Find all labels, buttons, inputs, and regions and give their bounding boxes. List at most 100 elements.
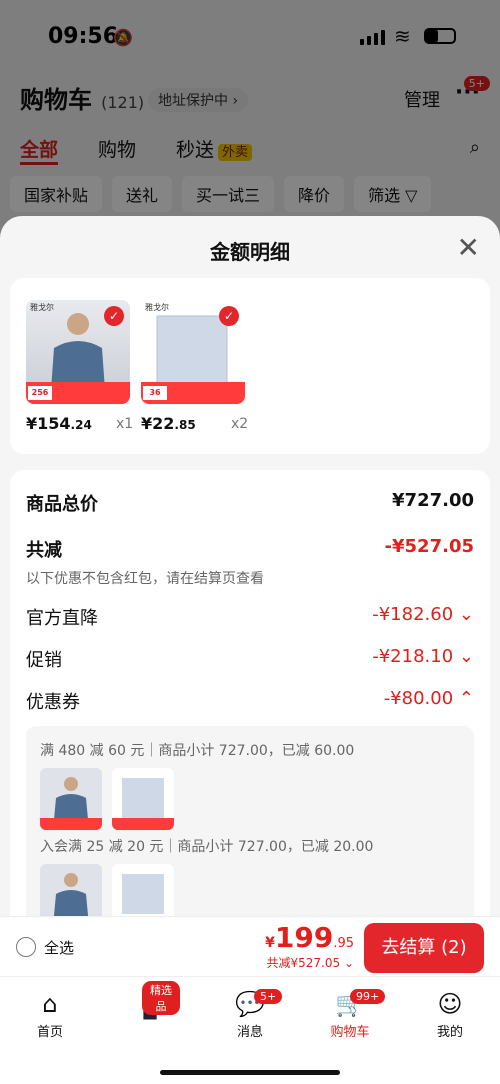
bottom-nav: ⌂ 首页 ▮ 精选品 💬 消息 5+ 🛒 购物车 99+ ☺ 我的 bbox=[0, 976, 500, 1084]
chip-gift[interactable]: 送礼 bbox=[112, 176, 173, 212]
chevron-down-icon: ⌄ bbox=[458, 604, 474, 625]
chip-price-drop[interactable]: 降价 bbox=[284, 176, 345, 212]
chip-filter[interactable]: 筛选 ▽ bbox=[354, 176, 432, 212]
discount-item-amount: -¥80.00 bbox=[383, 688, 454, 709]
cart-header: 购物车 (121) 地址保护中 › 管理 ··· 5+ bbox=[20, 76, 490, 116]
price-yen: ¥ bbox=[26, 414, 38, 433]
chip-try[interactable]: 买一试三 bbox=[182, 176, 275, 212]
product-price: ¥22.85 bbox=[141, 414, 245, 433]
price-yen: ¥ bbox=[141, 414, 153, 433]
discount-item-label: 优惠券 bbox=[26, 692, 80, 713]
close-icon[interactable]: ✕ bbox=[457, 234, 480, 262]
wifi-icon: ≋ bbox=[394, 24, 411, 48]
product-item[interactable]: 雅戈尔 ✓ 256 ¥154.24 x1 bbox=[26, 300, 134, 433]
discount-item-label: 促销 bbox=[26, 650, 62, 671]
product-card: 雅戈尔 ✓ 256 ¥154.24 x1 雅戈尔 ✓ 36 ¥22.85 x2 bbox=[10, 278, 490, 454]
message-badge: 5+ bbox=[254, 989, 283, 1004]
nav-label: 购物车 bbox=[330, 1025, 370, 1040]
discount-item-amount: -¥182.60 bbox=[372, 604, 454, 625]
promo-badge: 精选品 bbox=[142, 981, 180, 1015]
tab-all[interactable]: 全部 bbox=[20, 135, 59, 165]
checkout-bar: 全选 ¥199.95 共减¥527.05 ⌄ 去结算 (2) bbox=[0, 916, 500, 976]
discount-item-value: -¥80.00 ⌃ bbox=[384, 688, 474, 709]
promo-banner: 36 bbox=[141, 382, 245, 404]
total-discount-note-label: 共减¥527.05 bbox=[266, 956, 341, 970]
product-item[interactable]: 雅戈尔 ✓ 36 ¥22.85 x2 bbox=[141, 300, 249, 433]
battery-icon bbox=[424, 28, 456, 44]
cart-badge: 99+ bbox=[350, 989, 386, 1004]
discount-item-promo[interactable]: 促销 -¥218.10 ⌄ bbox=[26, 646, 474, 672]
status-bar: 09:56 🔕 ≋ bbox=[0, 18, 500, 58]
home-indicator bbox=[160, 1070, 340, 1075]
product-qty: x1 bbox=[116, 416, 134, 432]
promo-banner: 256 bbox=[26, 382, 130, 404]
filter-chips: 国家补贴 送礼 买一试三 降价 筛选 ▽ bbox=[10, 176, 490, 212]
chevron-up-icon: ⌃ bbox=[458, 688, 474, 709]
total-value: ¥727.00 bbox=[392, 490, 474, 511]
promo-banner-price: 256 bbox=[28, 386, 52, 400]
total-int: 199 bbox=[274, 921, 334, 954]
product-image: 雅戈尔 ✓ 36 bbox=[141, 300, 245, 404]
discount-note: 以下优惠不包含红包，请在结算页查看 bbox=[26, 571, 264, 587]
coupon-line: 入会满 25 减 20 元｜商品小计 727.00，已减 20.00 bbox=[40, 839, 374, 855]
price-dec: .24 bbox=[70, 418, 92, 432]
coupon-product-thumb bbox=[40, 768, 102, 830]
home-icon: ⌂ bbox=[42, 990, 58, 1018]
coupon-line: 满 480 减 60 元｜商品小计 727.00，已减 60.00 bbox=[40, 743, 355, 759]
signal-icon bbox=[360, 30, 385, 45]
price-int: 154 bbox=[37, 414, 71, 433]
discount-label: 共减 bbox=[26, 540, 62, 561]
chip-national-subsidy[interactable]: 国家补贴 bbox=[10, 176, 103, 212]
coupon-product-thumb bbox=[112, 768, 174, 830]
total-amount: ¥199.95 bbox=[265, 921, 354, 954]
discount-item-label: 官方直降 bbox=[26, 608, 98, 629]
chevron-down-icon: ⌄ bbox=[458, 646, 474, 667]
product-qty: x2 bbox=[231, 416, 249, 432]
more-badge: 5+ bbox=[463, 76, 490, 91]
select-all-radio[interactable] bbox=[16, 937, 36, 957]
total-dec: .95 bbox=[333, 936, 354, 951]
manage-button[interactable]: 管理 bbox=[404, 86, 440, 112]
nav-label: 消息 bbox=[236, 1025, 263, 1040]
filter-icon: ▽ bbox=[405, 186, 418, 205]
sheet-illustration bbox=[112, 778, 174, 830]
discount-item-value: -¥182.60 ⌄ bbox=[372, 604, 474, 625]
promo-banner-price: 36 bbox=[143, 386, 167, 400]
nav-cart[interactable]: 🛒 购物车 99+ bbox=[320, 987, 386, 1040]
brand-logo: 雅戈尔 bbox=[145, 303, 169, 312]
discount-item-amount: -¥218.10 bbox=[372, 646, 454, 667]
nav-home[interactable]: ⌂ 首页 bbox=[20, 987, 80, 1040]
check-icon[interactable]: ✓ bbox=[219, 306, 239, 326]
user-icon: ☺ bbox=[437, 990, 463, 1018]
nav-promo[interactable]: ▮ 精选品 bbox=[120, 981, 180, 1022]
select-all-label[interactable]: 全选 bbox=[44, 937, 74, 958]
sheet-title: 金额明细 bbox=[210, 240, 290, 264]
product-price: ¥154.24 bbox=[26, 414, 130, 433]
discount-item-value: -¥218.10 ⌄ bbox=[372, 646, 474, 667]
cart-count: (121) bbox=[101, 93, 145, 112]
address-protect-button[interactable]: 地址保护中 › bbox=[148, 88, 249, 112]
price-int: 22 bbox=[152, 414, 175, 433]
total-discount-note[interactable]: 共减¥527.05 ⌄ bbox=[265, 954, 354, 971]
product-image: 雅戈尔 ✓ 256 bbox=[26, 300, 130, 404]
chevron-down-icon: ⌄ bbox=[343, 956, 354, 970]
check-icon[interactable]: ✓ bbox=[104, 306, 124, 326]
chip-filter-label: 筛选 bbox=[368, 186, 401, 205]
discount-item-official[interactable]: 官方直降 -¥182.60 ⌄ bbox=[26, 604, 474, 630]
total-yen: ¥ bbox=[265, 935, 275, 951]
nav-me[interactable]: ☺ 我的 bbox=[420, 987, 480, 1040]
search-icon[interactable]: ⌕ bbox=[470, 137, 480, 158]
discount-value: -¥527.05 bbox=[384, 536, 474, 557]
bell-muted-icon: 🔕 bbox=[113, 28, 133, 47]
brand-logo: 雅戈尔 bbox=[30, 303, 54, 312]
nav-messages[interactable]: 💬 消息 5+ bbox=[220, 987, 283, 1040]
total-price: ¥199.95 共减¥527.05 ⌄ bbox=[265, 921, 354, 971]
tab-shopping[interactable]: 购物 bbox=[98, 135, 136, 165]
tab-flash[interactable]: 秒送 外卖 bbox=[176, 135, 253, 165]
checkout-button[interactable]: 去结算 (2) bbox=[364, 923, 484, 973]
discount-row: 共减 -¥527.05 bbox=[26, 536, 474, 562]
discount-item-coupon[interactable]: 优惠券 -¥80.00 ⌃ bbox=[26, 688, 474, 714]
sweater-illustration bbox=[40, 777, 102, 830]
page-title: 购物车 bbox=[20, 86, 92, 114]
price-dec: .85 bbox=[174, 418, 196, 432]
